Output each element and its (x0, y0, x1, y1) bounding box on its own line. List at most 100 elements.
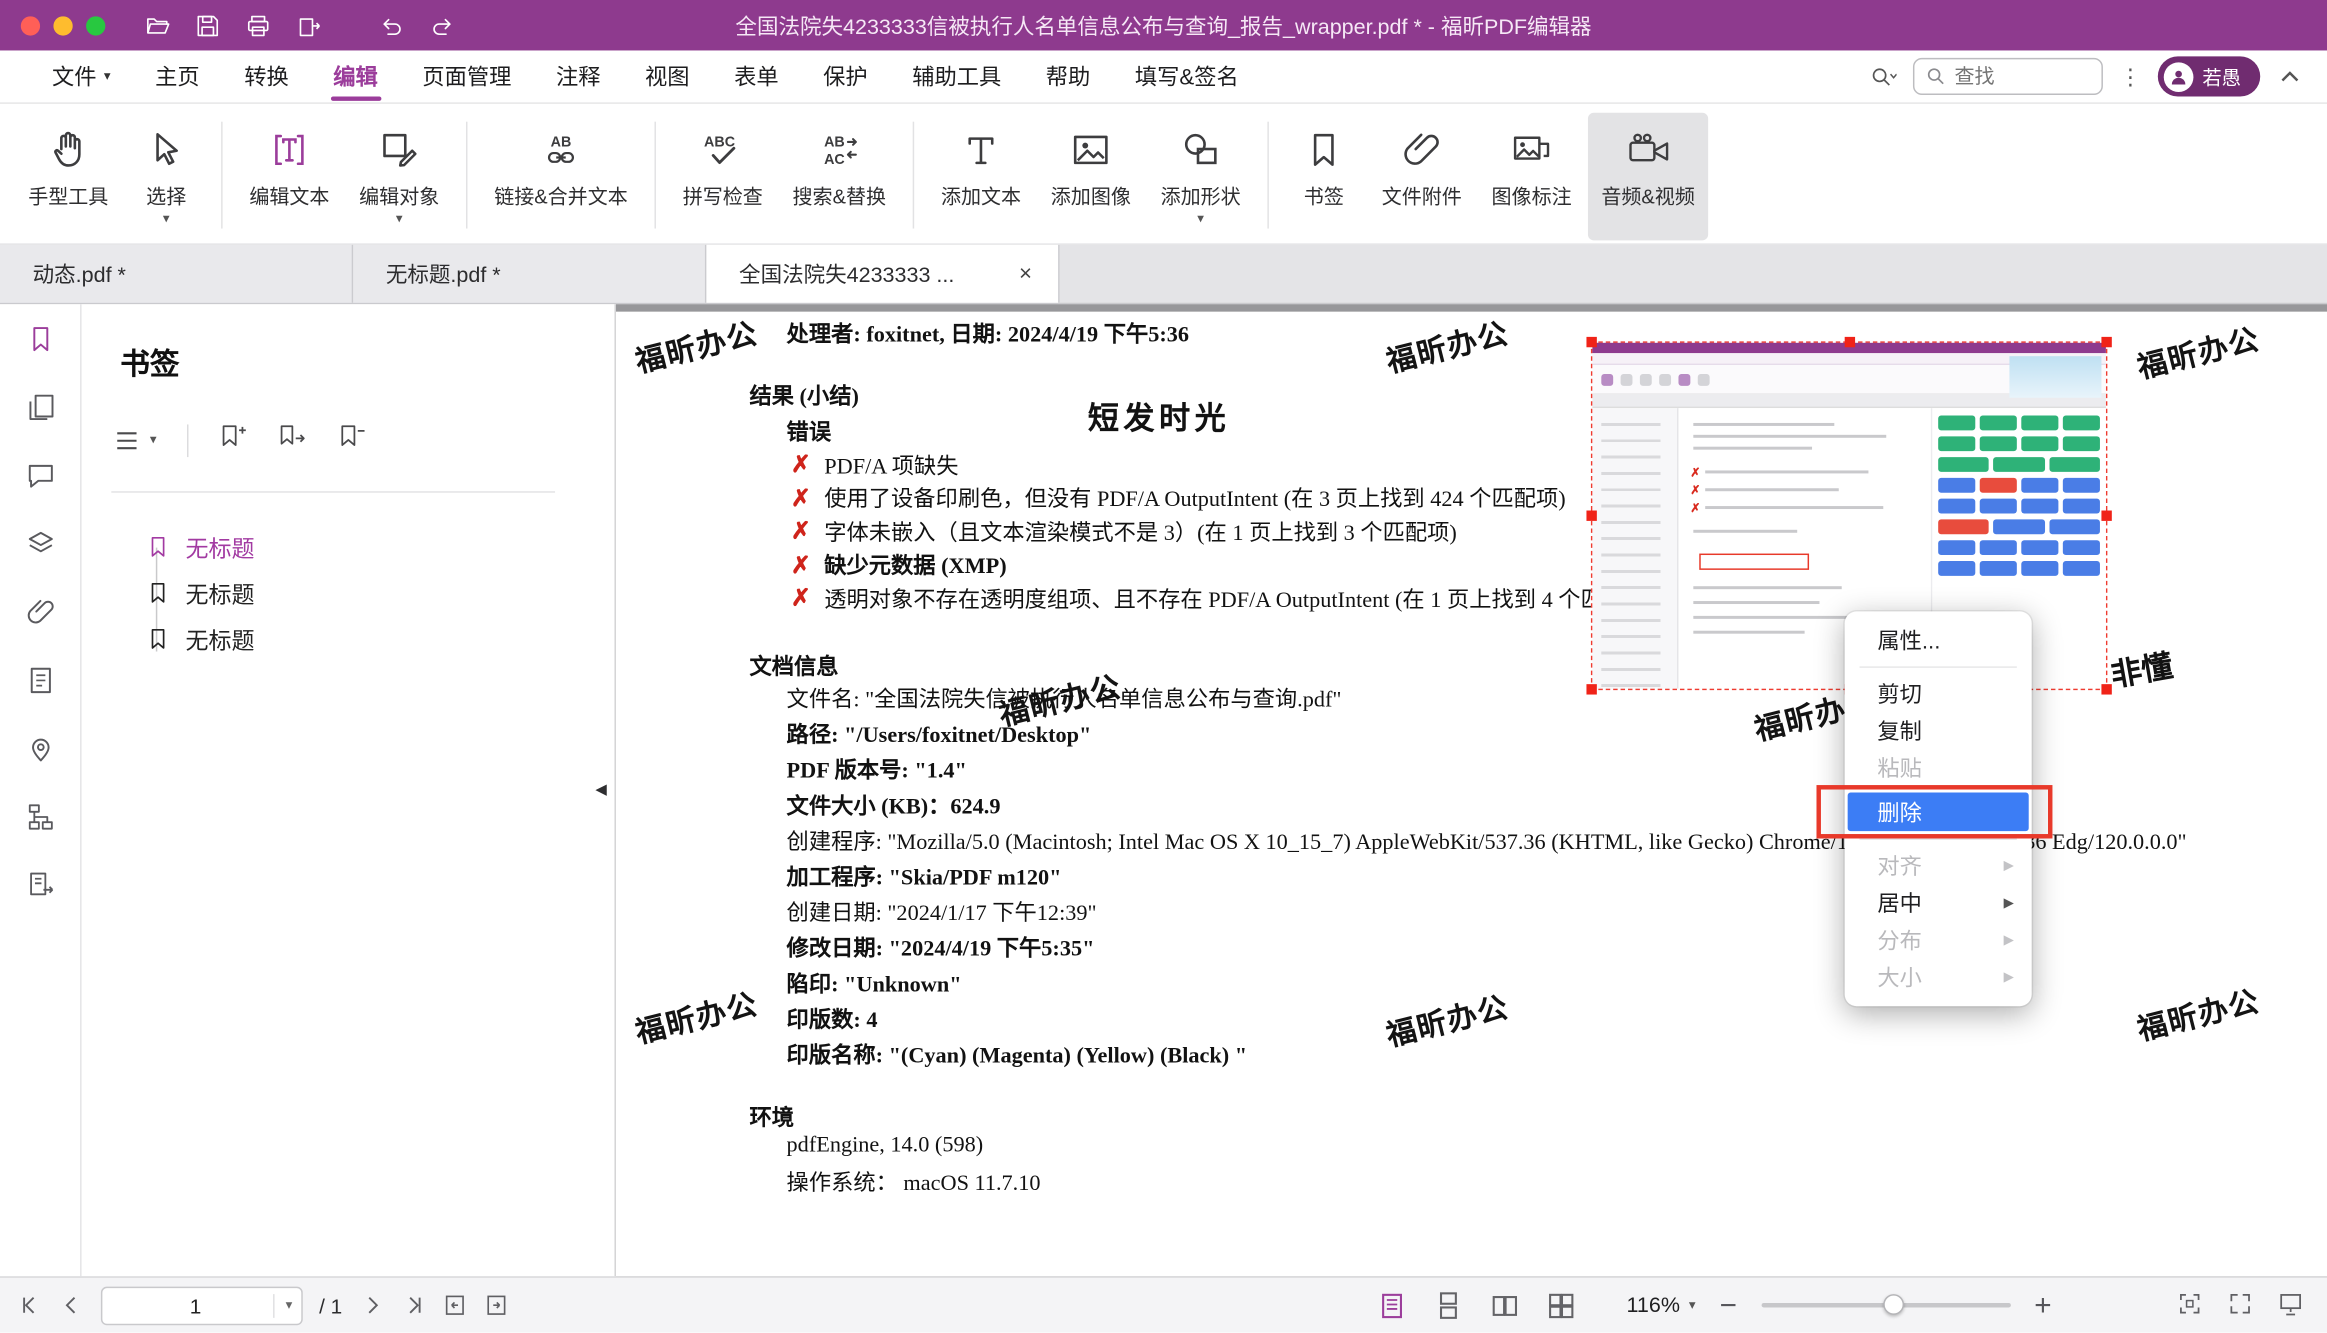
sidebar-comments[interactable] (22, 462, 58, 498)
view-mode-facing-icon[interactable] (1490, 1290, 1520, 1320)
menu-tab[interactable]: 保护▾ (801, 50, 890, 103)
ribbon-tool-button[interactable]: 手型工具 ▾ (15, 113, 122, 241)
zoom-window-button[interactable] (86, 16, 105, 35)
menu-tab[interactable]: 主页▾ (133, 50, 222, 103)
search-mode-icon[interactable] (1870, 63, 1897, 90)
document-area[interactable]: 福昕办公 福昕办公 福昕办公 福昕办公 福昕办公 福昕办公 福昕办公 福昕办公 (616, 304, 2327, 1276)
first-page-button[interactable] (18, 1293, 43, 1318)
new-child-bookmark-icon[interactable] (277, 423, 307, 457)
sidebar-fields[interactable] (22, 666, 58, 702)
delete-bookmark-icon[interactable] (336, 423, 366, 457)
menu-tab[interactable]: 页面管理▾ (400, 50, 534, 103)
sidebar-bookmarks[interactable] (22, 325, 58, 361)
ribbon-tool-button[interactable]: 选择 ▾ (125, 113, 208, 241)
search-input[interactable] (1954, 65, 2079, 87)
ribbon-tool-button[interactable]: 图像标注 ▾ (1478, 113, 1585, 241)
zoom-out-button[interactable]: − (1716, 1290, 1740, 1320)
sidebar-articles[interactable] (22, 803, 58, 839)
page-number-input-box[interactable]: ▾ (101, 1286, 303, 1325)
selection-handle[interactable] (2101, 684, 2111, 694)
context-menu-item[interactable]: 分布 ▶ (1845, 922, 2032, 959)
context-menu-item[interactable]: 删除 ▶ (1848, 792, 2029, 831)
ribbon-tool-button[interactable]: ABAC 搜索&替换 ▾ (779, 113, 899, 241)
menu-tab[interactable]: 表单▾ (712, 50, 801, 103)
page-number-input[interactable] (117, 1293, 274, 1317)
zoom-in-button[interactable]: + (2031, 1290, 2055, 1320)
menu-tab[interactable]: 视图▾ (623, 50, 712, 103)
print-icon[interactable] (245, 13, 272, 38)
user-account-button[interactable]: 若愚 (2158, 56, 2260, 96)
menu-tab[interactable]: 辅助工具▾ (890, 50, 1024, 103)
view-mode-continuous-icon[interactable] (1434, 1290, 1464, 1320)
sidebar-pages[interactable] (22, 393, 58, 429)
open-file-icon[interactable] (144, 13, 171, 38)
context-menu-item[interactable]: 对齐 ▶ (1845, 847, 2032, 884)
menu-tab[interactable]: 填写&签名▾ (1113, 50, 1261, 103)
share-icon[interactable] (295, 13, 322, 38)
ribbon-tool-button[interactable]: 添加文本 ▾ (928, 113, 1035, 241)
zoom-level-dropdown[interactable]: 116% ▾ (1627, 1293, 1696, 1317)
undo-icon[interactable] (378, 13, 405, 38)
context-menu-item[interactable]: 复制 ▶ (1845, 712, 2032, 749)
selection-handle[interactable] (1586, 511, 1596, 521)
view-mode-single-icon[interactable] (1377, 1290, 1407, 1320)
selection-handle[interactable] (1844, 337, 1854, 347)
collapse-panel-button[interactable]: ◀ (591, 769, 612, 811)
close-tab-icon[interactable]: × (1011, 259, 1041, 289)
document-tab[interactable]: 无标题.pdf * × (353, 245, 706, 303)
minimize-window-button[interactable] (53, 16, 72, 35)
bookmark-options-button[interactable]: ▾ (114, 427, 156, 454)
menu-tab[interactable]: 文件▾ (30, 50, 133, 103)
fit-page-button[interactable] (2177, 1290, 2202, 1320)
sidebar-form-data[interactable] (22, 871, 58, 907)
page-dropdown-icon[interactable]: ▾ (274, 1293, 293, 1317)
last-page-button[interactable] (400, 1293, 425, 1318)
ribbon-tool-button[interactable]: AB 链接&合并文本 ▾ (481, 113, 641, 241)
sidebar-attachments[interactable] (22, 598, 58, 634)
context-menu-item[interactable]: 粘贴 ▶ (1845, 749, 2032, 786)
prev-page-button[interactable] (59, 1293, 84, 1318)
context-menu-item[interactable]: 剪切 ▶ (1845, 675, 2032, 712)
context-menu-item[interactable]: 大小 ▶ (1845, 959, 2032, 996)
selection-handle[interactable] (1586, 337, 1596, 347)
next-page-button[interactable] (359, 1293, 384, 1318)
find-input-box[interactable] (1913, 58, 2103, 95)
save-icon[interactable] (194, 13, 221, 38)
ribbon-tool-button[interactable]: 书签 ▾ (1282, 113, 1365, 241)
close-window-button[interactable] (21, 16, 40, 35)
menu-tab[interactable]: 转换▾ (222, 50, 311, 103)
menu-tab[interactable]: 编辑▾ (311, 50, 400, 103)
selection-handle[interactable] (1586, 684, 1596, 694)
ribbon-tool-button[interactable]: 编辑对象 ▾ (346, 113, 453, 241)
zoom-slider[interactable] (1761, 1303, 2010, 1307)
ribbon-tool-button[interactable]: 添加形状 ▾ (1147, 113, 1254, 241)
document-tab[interactable]: 动态.pdf * × (0, 245, 353, 303)
ribbon-tool-button[interactable]: 音频&视频 ▾ (1588, 113, 1708, 241)
selection-handle[interactable] (2101, 511, 2111, 521)
redo-icon[interactable] (429, 13, 456, 38)
context-menu-item[interactable]: 居中 ▶ (1845, 884, 2032, 921)
menu-tab[interactable]: 帮助▾ (1024, 50, 1113, 103)
menu-tab[interactable]: 注释▾ (534, 50, 623, 103)
ribbon-tool-button[interactable]: 文件附件 ▾ (1368, 113, 1475, 241)
zoom-slider-knob[interactable] (1883, 1294, 1904, 1315)
more-options-icon[interactable]: ⋮ (2119, 63, 2141, 90)
view-mode-facing-continuous-icon[interactable] (1546, 1290, 1576, 1320)
next-view-button[interactable] (483, 1293, 508, 1318)
collapse-ribbon-icon[interactable] (2277, 63, 2304, 90)
bookmark-item[interactable]: 无标题 (147, 616, 600, 662)
bookmark-item[interactable]: 无标题 (147, 570, 600, 616)
previous-view-button[interactable] (442, 1293, 467, 1318)
ribbon-tool-button[interactable]: ABC 拼写检查 ▾ (669, 113, 776, 241)
full-screen-button[interactable] (2228, 1290, 2253, 1320)
bookmark-item[interactable]: 无标题 (147, 524, 600, 570)
sidebar-destinations[interactable] (22, 735, 58, 771)
presentation-mode-button[interactable] (2278, 1290, 2303, 1320)
document-tab[interactable]: 全国法院失4233333 ... × (706, 245, 1059, 303)
sidebar-layers[interactable] (22, 530, 58, 566)
selection-handle[interactable] (2101, 337, 2111, 347)
context-menu-item[interactable]: 属性... ▶ (1845, 622, 2032, 659)
pdf-page[interactable]: 福昕办公 福昕办公 福昕办公 福昕办公 福昕办公 福昕办公 福昕办公 福昕办公 (616, 312, 2327, 1277)
ribbon-tool-button[interactable]: 添加图像 ▾ (1037, 113, 1144, 241)
ribbon-tool-button[interactable]: 编辑文本 ▾ (236, 113, 343, 241)
